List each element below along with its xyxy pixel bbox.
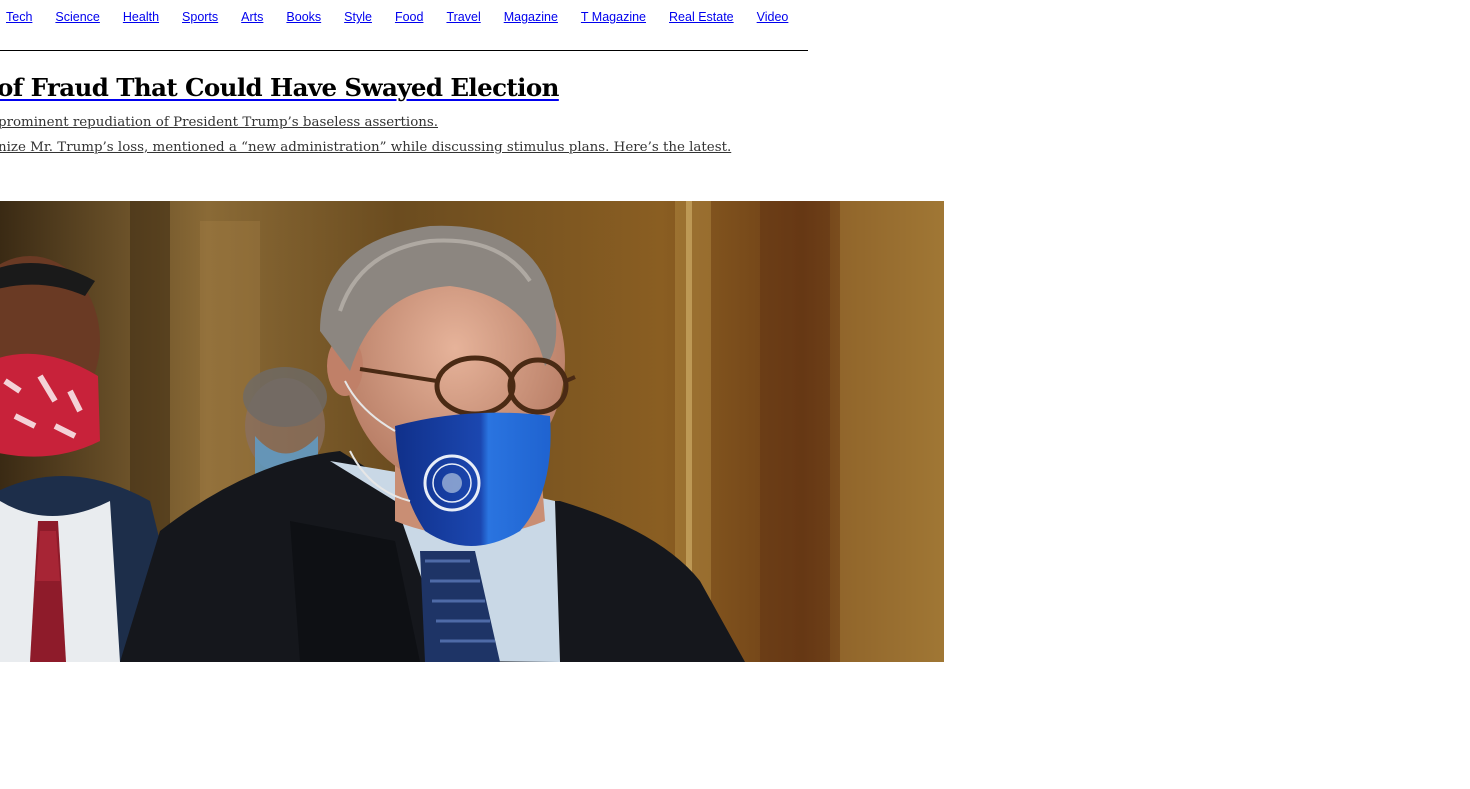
nav-item-style: Style <box>344 9 372 25</box>
story-photo[interactable] <box>0 201 944 662</box>
nav-link-t-magazine[interactable]: T Magazine <box>581 10 646 24</box>
nav-item-real-estate: Real Estate <box>669 9 734 25</box>
story-photo-image <box>0 201 944 662</box>
story-summary-link-2[interactable]: nize Mr. Trump’s loss, mentioned a “new … <box>0 140 731 155</box>
story-headline: of Fraud That Could Have Swayed Election <box>0 68 559 108</box>
nav-link-food[interactable]: Food <box>395 10 424 24</box>
section-divider <box>0 50 808 51</box>
nav-link-books[interactable]: Books <box>286 10 321 24</box>
section-nav: Tech Science Health Sports Arts Books St… <box>6 9 811 25</box>
story-summary-1: prominent repudiation of President Trump… <box>0 113 438 133</box>
nav-link-real-estate[interactable]: Real Estate <box>669 10 734 24</box>
nav-item-travel: Travel <box>446 9 480 25</box>
nav-item-video: Video <box>757 9 789 25</box>
nav-item-science: Science <box>55 9 99 25</box>
nav-item-tech: Tech <box>6 9 32 25</box>
story-summary-2: nize Mr. Trump’s loss, mentioned a “new … <box>0 138 731 158</box>
story-headline-link[interactable]: of Fraud That Could Have Swayed Election <box>0 73 559 102</box>
nav-link-travel[interactable]: Travel <box>446 10 480 24</box>
nav-item-health: Health <box>123 9 159 25</box>
story-summary-link-1[interactable]: prominent repudiation of President Trump… <box>0 115 438 130</box>
nav-item-sports: Sports <box>182 9 218 25</box>
nav-link-magazine[interactable]: Magazine <box>504 10 558 24</box>
nav-link-arts[interactable]: Arts <box>241 10 263 24</box>
nav-item-books: Books <box>286 9 321 25</box>
nav-item-t-magazine: T Magazine <box>581 9 646 25</box>
nav-item-magazine: Magazine <box>504 9 558 25</box>
nav-link-health[interactable]: Health <box>123 10 159 24</box>
nav-link-tech[interactable]: Tech <box>6 10 32 24</box>
nav-item-arts: Arts <box>241 9 263 25</box>
nav-link-video[interactable]: Video <box>757 10 789 24</box>
nav-link-style[interactable]: Style <box>344 10 372 24</box>
nav-link-sports[interactable]: Sports <box>182 10 218 24</box>
nav-link-science[interactable]: Science <box>55 10 99 24</box>
nav-item-food: Food <box>395 9 424 25</box>
